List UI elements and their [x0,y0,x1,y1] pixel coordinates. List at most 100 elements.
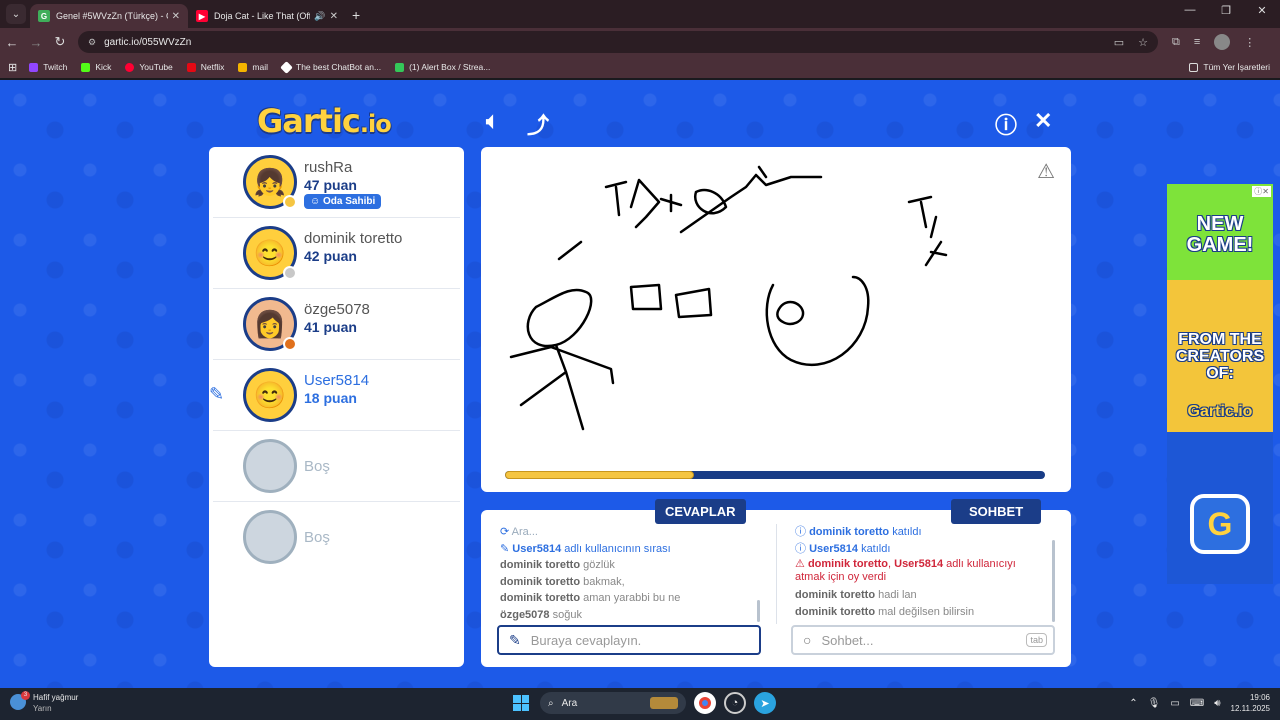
tray-overflow-icon[interactable]: ⌃ [1129,698,1137,709]
bookmarks-bar: ⊞ Twitch Kick YouTube Netflix mail The b… [0,56,1280,78]
speaker-icon[interactable]: 🔊 [314,11,325,22]
list-item: ⚠ dominik toretto, User5814 adlı kullanı… [795,558,1016,583]
list-item: ✎ User5814 adlı kullanıcının sırası [500,542,671,555]
empty-slot-label: Boş [304,458,330,475]
ad-info-icon[interactable]: ⓘ✕ [1252,186,1271,197]
all-bookmarks[interactable]: Tüm Yer İşaretleri [1189,62,1270,72]
tab-gartic[interactable]: G Genel #5WVzZn (Türkçe) - Gartic ✕ [30,4,188,28]
timer-bar [505,471,1045,479]
windows-start-icon[interactable] [510,692,532,714]
microphone-icon[interactable]: 🎙︎ [1148,698,1161,709]
browser-tab-bar: ⌄ G Genel #5WVzZn (Türkçe) - Gartic ✕ ▶ … [0,0,1280,28]
sound-icon[interactable]: 🔈︎ [486,108,499,134]
list-item: dominik toretto bakmak, [500,575,625,588]
answers-log: ⟳ Ara... ✎ User5814 adlı kullanıcının sı… [500,524,765,623]
divider [776,524,777,624]
forward-icon[interactable]: → [24,35,48,50]
empty-slot: Boş [213,431,460,502]
player-points: 18 puan [304,390,357,406]
pencil-icon: ✎ [509,631,521,648]
bookmark-star-icon[interactable]: ☆ [1138,36,1148,49]
mail-icon [238,62,248,72]
more-menu-icon[interactable]: ⋮ [1244,36,1255,49]
close-window-icon[interactable]: ✕ [1244,4,1280,17]
telegram-icon[interactable]: ➤ [754,692,776,714]
youtube-favicon-icon: ▶ [196,10,208,22]
gartic-logo: Gartic.io [257,102,392,140]
status-dot [283,266,297,280]
bookmark-twitch[interactable]: Twitch [29,62,67,72]
site-info-icon[interactable]: ⚙ [88,37,96,48]
players-panel: 👧 rushRa 47 puan ☺ Oda Sahibi 😊 dominik … [209,147,464,667]
answer-input[interactable]: ✎ Buraya cevaplayın. [497,625,761,655]
bookmark-alertbox[interactable]: (1) Alert Box / Strea... [395,62,490,72]
close-tab-icon[interactable]: ✕ [330,11,338,22]
kick-icon [81,62,91,72]
chat-log: ⓘ dominik toretto katıldı ⓘ User5814 kat… [795,524,1045,620]
drawing-canvas[interactable]: ⚠ [481,147,1071,492]
close-icon[interactable]: ✕ [1034,108,1052,134]
chrome-icon[interactable] [694,692,716,714]
restore-icon[interactable]: ❐ [1208,4,1244,17]
chat-placeholder: Sohbet... [821,632,874,648]
answers-scrollbar[interactable] [757,600,760,622]
player-row[interactable]: 👧 rushRa 47 puan ☺ Oda Sahibi [213,147,460,218]
tab-search-button[interactable]: ⌄ [6,4,26,24]
youtube-icon [125,62,135,72]
search-icon: ⌕ [548,697,554,709]
list-item: ⓘ dominik toretto katıldı [795,526,922,538]
bookmark-chatbot[interactable]: The best ChatBot an... [280,60,381,74]
pencil-icon: ✎ [500,542,510,555]
info-icon: ⓘ [795,542,806,555]
weather-subtext: Yarın [33,704,52,713]
extensions-icon[interactable]: ⧉ [1172,36,1180,49]
info-icon[interactable]: ⓘ [995,108,1017,140]
close-tab-icon[interactable]: ✕ [172,11,180,22]
reload-icon[interactable]: ↻ [48,34,72,50]
apps-grid-icon[interactable]: ⊞ [8,61,17,74]
media-control-icon[interactable]: ≡ [1194,36,1200,48]
list-item: dominik toretto mal değilsen bilirsin [795,605,975,618]
chat-input[interactable]: ○ Sohbet... tab [791,625,1055,655]
network-icon[interactable]: ⌨ [1190,698,1204,709]
alertbox-icon [395,62,405,72]
report-warning-icon[interactable]: ⚠ [1037,159,1055,184]
answer-placeholder: Buraya cevaplayın. [530,632,642,648]
back-icon[interactable]: ← [0,35,24,50]
chatbot-icon [280,60,293,74]
ad-headline: NEW GAME! [1186,213,1254,256]
cast-icon[interactable]: ▭ [1114,36,1124,49]
player-row-current-drawer[interactable]: ✎ 😊 User5814 18 puan [209,360,460,431]
url-field[interactable]: ⚙ gartic.io/055WVzZn ▭ ☆ [78,31,1158,53]
share-icon[interactable]: ⤴︎ [527,108,549,140]
clock[interactable]: 19:06 12.11.2025 [1231,692,1270,714]
player-row[interactable]: 👩 özge5078 41 puan [213,289,460,360]
list-item: ⓘ User5814 katıldı [795,542,891,555]
advertisement-banner[interactable]: ⓘ✕ NEW GAME! FROM THE CREATORS OF: Garti… [1167,184,1273,584]
new-tab-button[interactable]: + [352,7,360,23]
info-icon: ⓘ [795,526,806,538]
minimize-icon[interactable]: — [1172,4,1208,17]
player-name: rushRa [304,159,353,176]
bookmark-youtube[interactable]: YouTube [125,62,173,72]
gartic-favicon-icon: G [38,10,50,22]
chat-label: SOHBET [951,499,1042,524]
bookmark-kick[interactable]: Kick [81,62,111,72]
time-text: 19:06 [1249,693,1270,702]
date-text: 12.11.2025 [1230,704,1270,713]
player-row[interactable]: 😊 dominik toretto 42 puan [213,218,460,289]
list-item: özge5078 soğuk [500,608,582,621]
bookmark-netflix[interactable]: Netflix [186,62,224,72]
weather-widget[interactable]: 3 Hafif yağmur Yarın [10,691,78,714]
tab-title: Genel #5WVzZn (Türkçe) - Gartic [56,11,168,21]
display-icon[interactable]: ▭ [1170,698,1179,709]
bookmark-mail[interactable]: mail [238,62,268,72]
obs-icon[interactable]: ◔ [724,692,746,714]
tab-youtube[interactable]: ▶ Doja Cat - Like That (Official 🔊 ✕ [188,4,346,28]
profile-avatar[interactable] [1214,34,1231,50]
notification-badge: 3 [21,691,30,700]
volume-icon[interactable]: 🔊︎ [1214,698,1220,709]
chat-scrollbar[interactable] [1052,540,1055,622]
player-name: dominik toretto [304,230,403,247]
taskbar-search[interactable]: ⌕ Ara [540,692,686,714]
